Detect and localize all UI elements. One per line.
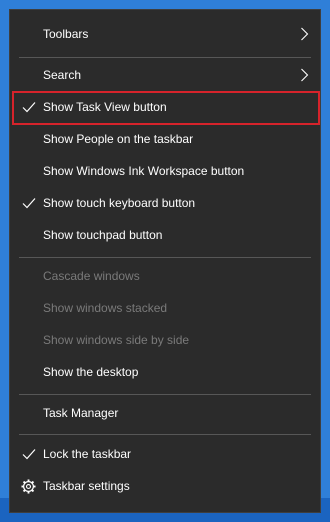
menu-item-label: Task Manager — [43, 406, 119, 420]
menu-item-show-people[interactable]: Show People on the taskbar — [10, 123, 320, 155]
check-icon — [22, 449, 36, 460]
menu-separator — [19, 394, 311, 395]
menu-item-label: Show the desktop — [43, 365, 139, 379]
menu-item-search[interactable]: Search — [10, 59, 320, 91]
menu-item-label: Show Windows Ink Workspace button — [43, 164, 245, 178]
menu-separator — [19, 57, 311, 58]
menu-item-label: Toolbars — [43, 27, 89, 41]
check-icon — [22, 198, 36, 209]
menu-item-task-manager[interactable]: Task Manager — [10, 397, 320, 429]
menu-item-show-desktop[interactable]: Show the desktop — [10, 356, 320, 388]
menu-separator — [19, 434, 311, 435]
menu-item-label: Show touch keyboard button — [43, 196, 196, 210]
chevron-right-icon — [301, 27, 309, 41]
menu-item-windows-side-by-side: Show windows side by side — [10, 324, 320, 356]
menu-item-lock-taskbar[interactable]: Lock the taskbar — [10, 438, 320, 470]
gear-icon — [21, 479, 36, 494]
menu-item-show-ink-workspace[interactable]: Show Windows Ink Workspace button — [10, 155, 320, 187]
menu-item-windows-stacked: Show windows stacked — [10, 292, 320, 324]
menu-item-label: Show windows side by side — [43, 333, 190, 347]
chevron-right-icon — [301, 68, 309, 82]
menu-item-label: Show windows stacked — [43, 301, 168, 315]
menu-item-label: Taskbar settings — [43, 479, 130, 493]
menu-item-label: Cascade windows — [43, 269, 140, 283]
menu-item-label: Lock the taskbar — [43, 447, 132, 461]
menu-item-label: Show People on the taskbar — [43, 132, 194, 146]
menu-item-show-touchpad[interactable]: Show touchpad button — [10, 219, 320, 251]
menu-item-label: Search — [43, 68, 82, 82]
menu-item-show-touch-keyboard[interactable]: Show touch keyboard button — [10, 187, 320, 219]
menu-separator — [19, 257, 311, 258]
menu-item-label: Show touchpad button — [43, 228, 163, 242]
menu-item-toolbars[interactable]: Toolbars — [10, 18, 320, 50]
menu-item-taskbar-settings[interactable]: Taskbar settings — [10, 470, 320, 502]
highlight-box — [12, 91, 320, 125]
taskbar-context-menu: Toolbars Search Show Task View button Sh… — [9, 9, 321, 513]
menu-item-cascade-windows: Cascade windows — [10, 260, 320, 292]
